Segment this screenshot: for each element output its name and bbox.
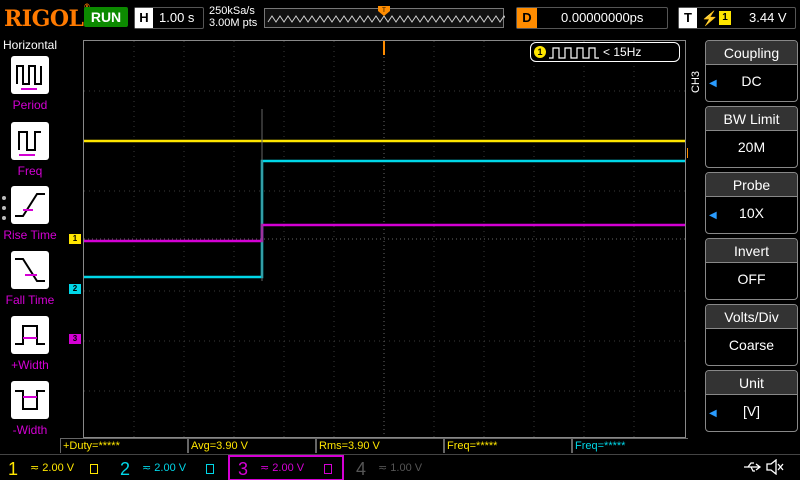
- rising-edge-icon: ⚡: [701, 10, 719, 26]
- ch2-scale: ≂ 2.00 V: [142, 462, 187, 474]
- probe-header: Probe: [706, 173, 797, 197]
- run-stop-status[interactable]: RUN: [84, 7, 128, 27]
- delay-label: D: [517, 8, 537, 28]
- unit-value: [V]: [742, 403, 761, 419]
- svg-text:T: T: [382, 8, 386, 14]
- ch2-offset-marker[interactable]: 2: [69, 284, 81, 294]
- volts-div-header: Volts/Div: [706, 305, 797, 329]
- ch4-number: 4: [355, 459, 366, 479]
- menu-channel-label: CH3: [690, 71, 702, 94]
- channel-bar: 1 ≂ 2.00 V 2 ≂ 2.00 V 3 ≂ 2.00 V 4 ≂ 1.0…: [0, 454, 800, 480]
- trigger-position-marker-icon: T: [378, 6, 390, 16]
- rise-time-icon: [11, 186, 49, 224]
- meas-duty[interactable]: +Duty=*****: [60, 438, 188, 453]
- sample-rate: 250kSa/s: [209, 5, 255, 17]
- trigger-source: 1: [719, 11, 731, 25]
- positive-width-label: +Width: [11, 358, 49, 372]
- negative-width-icon: [11, 381, 49, 419]
- invert-value: OFF: [737, 271, 766, 287]
- bw-limit-value: 20M: [737, 139, 766, 155]
- ch1-number: 1: [7, 459, 18, 479]
- channel-menu: CH3 Coupling ◀ DC BW Limit 20M Probe ◀ 1…: [688, 36, 800, 454]
- waveform-display[interactable]: [83, 40, 686, 438]
- channel-3-tab[interactable]: 3 ≂ 2.00 V: [228, 455, 344, 480]
- measurement-bar: +Duty=***** Avg=3.90 V Rms=3.90 V Freq=*…: [60, 438, 700, 454]
- memory-depth: 3.00M pts: [209, 17, 258, 29]
- channel-2-tab[interactable]: 2 ≂ 2.00 V: [112, 457, 224, 480]
- trigger-label: T: [679, 8, 697, 28]
- ch4-scale: ≂ 1.00 V: [378, 462, 423, 474]
- timebase-label: H: [135, 8, 153, 28]
- freq-label: Freq: [17, 164, 43, 178]
- volts-div-softkey[interactable]: Volts/Div Coarse: [705, 304, 798, 366]
- positive-width-icon: [11, 316, 49, 354]
- meas-avg[interactable]: Avg=3.90 V: [188, 438, 316, 453]
- ch3-number: 3: [237, 459, 248, 479]
- measure-negative-width[interactable]: -Width: [0, 381, 60, 445]
- frequency-readout: 1 < 15Hz: [530, 42, 680, 62]
- bw-limit-header: BW Limit: [706, 107, 797, 131]
- ch2-coupling-icon: [206, 464, 214, 474]
- timebase-readout[interactable]: H 1.00 s: [134, 7, 204, 29]
- timebase-value: 1.00 s: [159, 10, 195, 25]
- measure-freq[interactable]: Freq: [0, 122, 60, 186]
- delay-value: 0.00000000ps: [561, 10, 644, 25]
- fall-time-icon: [11, 251, 49, 289]
- invert-header: Invert: [706, 239, 797, 263]
- fall-time-label: Fall Time: [5, 293, 55, 307]
- probe-value: 10X: [739, 205, 764, 221]
- coupling-softkey[interactable]: Coupling ◀ DC: [705, 40, 798, 102]
- acquisition-info: 250kSa/s 3.00M pts: [209, 5, 257, 29]
- freq-value: < 15Hz: [603, 45, 642, 59]
- ch1-offset-marker[interactable]: 1: [69, 234, 81, 244]
- measure-rise-time[interactable]: Rise Time: [0, 186, 60, 250]
- trigger-readout[interactable]: T ⚡ 1 3.44 V: [678, 7, 796, 29]
- brand-logo: RIGOL®: [4, 2, 90, 32]
- meas-rms[interactable]: Rms=3.90 V: [316, 438, 444, 453]
- horizontal-measure-menu: Horizontal Period Freq Rise Time Fall Ti…: [0, 36, 60, 456]
- square-wave-icon: [549, 47, 599, 59]
- period-label: Period: [12, 98, 48, 112]
- freq-channel-badge: 1: [534, 46, 546, 58]
- ch3-scale: ≂ 2.00 V: [260, 462, 305, 474]
- negative-width-label: -Width: [12, 423, 48, 437]
- usb-icon: [744, 462, 762, 472]
- channel-1-tab[interactable]: 1 ≂ 2.00 V: [0, 457, 110, 480]
- coupling-value: DC: [741, 73, 762, 89]
- unit-header: Unit: [706, 371, 797, 395]
- ch1-scale: ≂ 2.00 V: [30, 462, 75, 474]
- meas-freq-ch2[interactable]: Freq=*****: [572, 438, 700, 453]
- measure-period[interactable]: Period: [0, 56, 60, 120]
- invert-softkey[interactable]: Invert OFF: [705, 238, 798, 300]
- ch3-offset-marker[interactable]: 3: [69, 334, 81, 344]
- probe-softkey[interactable]: Probe ◀ 10X: [705, 172, 798, 234]
- ch1-coupling-icon: [90, 464, 98, 474]
- measure-fall-time[interactable]: Fall Time: [0, 251, 60, 315]
- frequency-icon: [11, 122, 49, 160]
- channel-4-tab[interactable]: 4 ≂ 1.00 V: [348, 457, 448, 480]
- coupling-header: Coupling: [706, 41, 797, 65]
- volts-div-value: Coarse: [728, 337, 775, 353]
- trigger-level: 3.44 V: [749, 10, 787, 25]
- ch2-trace: [84, 159, 685, 279]
- delay-readout[interactable]: D 0.00000000ps: [516, 7, 668, 29]
- unit-softkey[interactable]: Unit ◀ [V]: [705, 370, 798, 432]
- measure-positive-width[interactable]: +Width: [0, 316, 60, 380]
- ch3-coupling-icon: [324, 464, 332, 474]
- bw-limit-softkey[interactable]: BW Limit 20M: [705, 106, 798, 168]
- ch2-number: 2: [119, 459, 130, 479]
- rise-time-label: Rise Time: [3, 228, 57, 242]
- period-icon: [11, 56, 49, 94]
- meas-freq-ch1[interactable]: Freq=*****: [444, 438, 572, 453]
- status-bar: RIGOL® RUN H 1.00 s 250kSa/s 3.00M pts T…: [0, 0, 800, 36]
- menu-title: Horizontal: [2, 38, 58, 52]
- graticule: [84, 41, 685, 437]
- speaker-muted-icon[interactable]: [766, 459, 784, 475]
